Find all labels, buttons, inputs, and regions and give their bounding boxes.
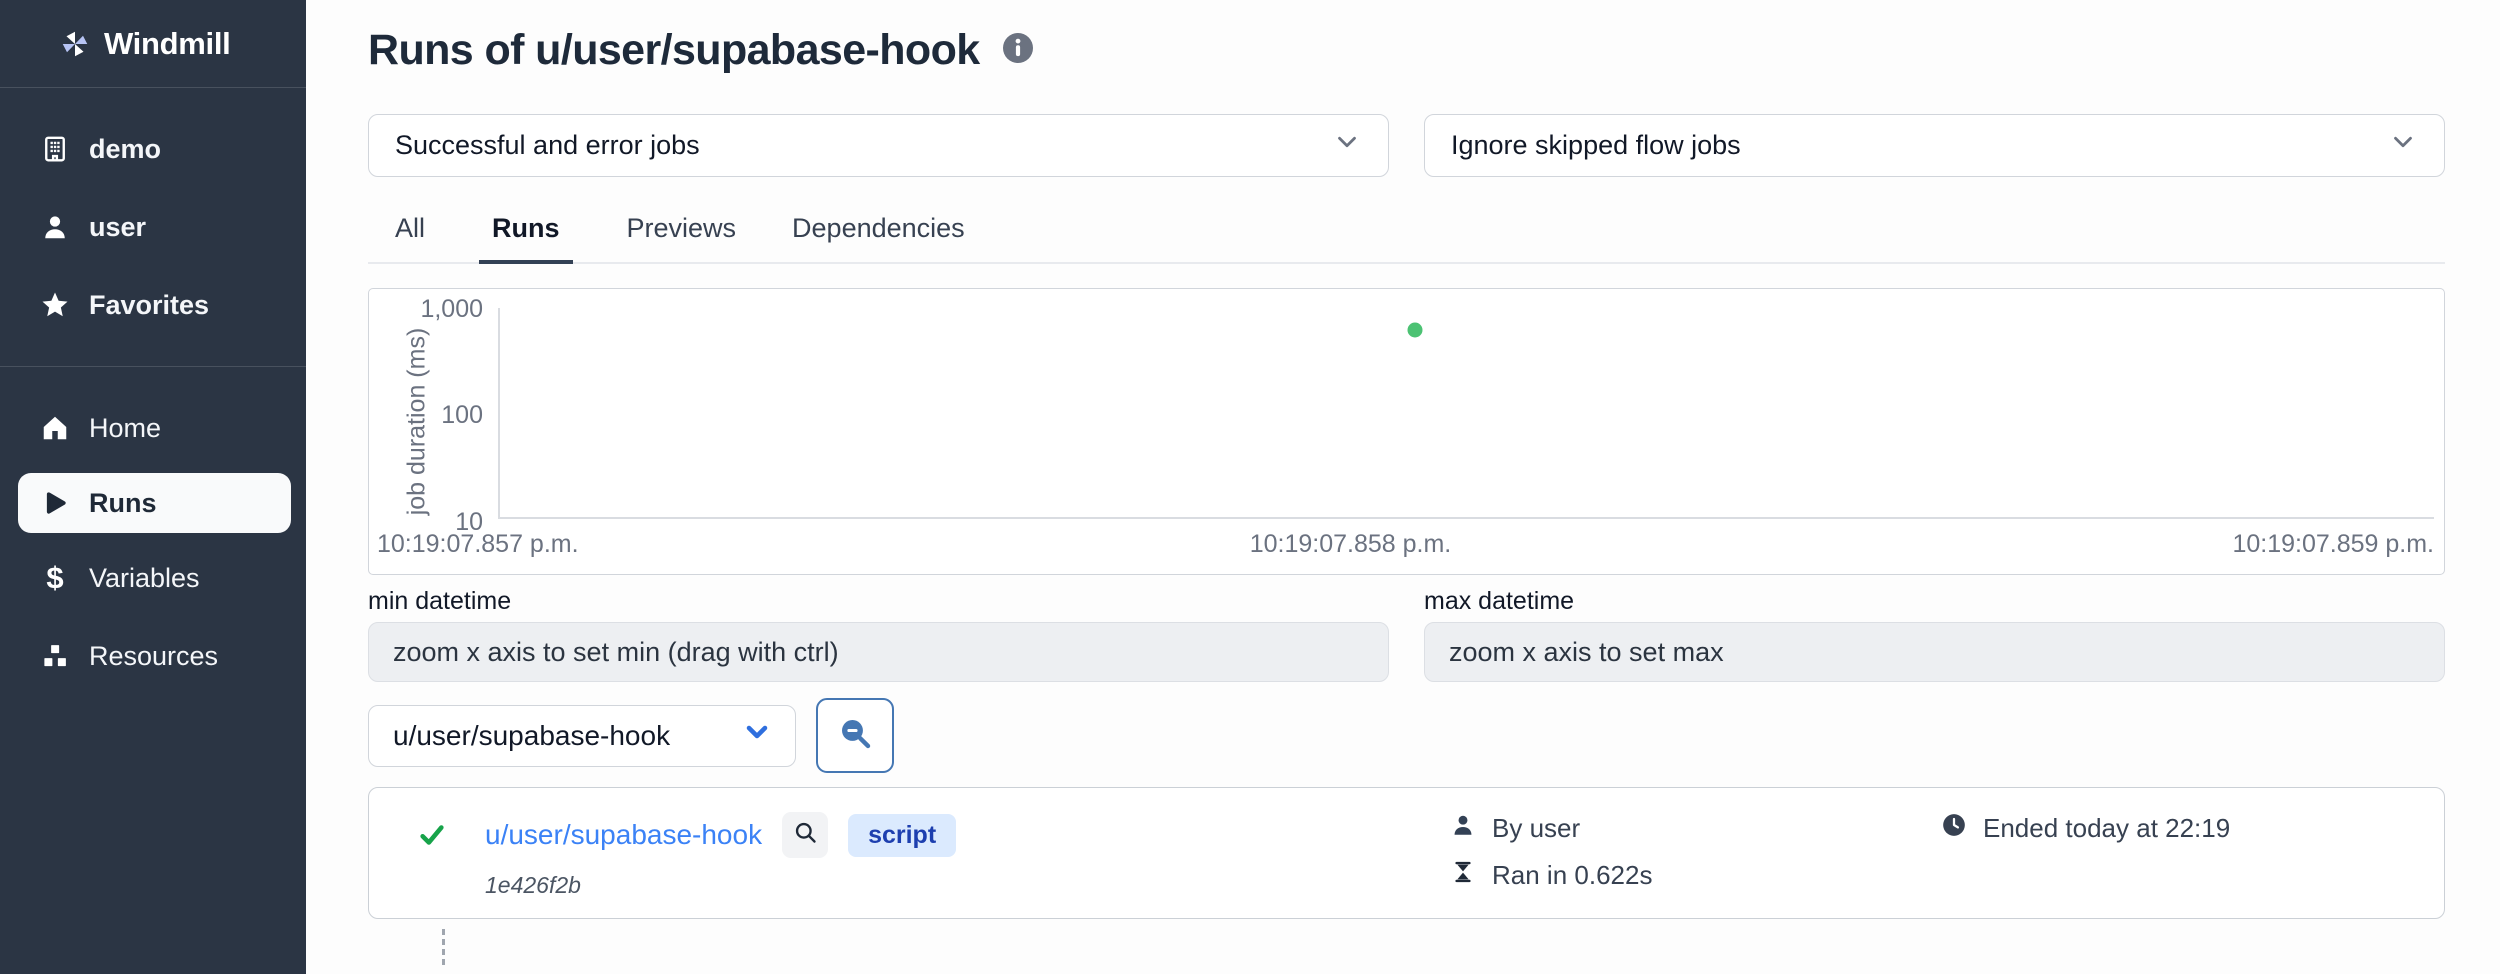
app-logo[interactable]: Windmill xyxy=(0,0,306,88)
dollar-icon: $ xyxy=(40,563,70,593)
run-ended-at: Ended today at 22:19 xyxy=(1983,813,2230,844)
datetime-filters: min datetime max datetime xyxy=(368,587,2445,682)
cubes-icon xyxy=(40,641,70,671)
run-search-button[interactable] xyxy=(782,812,828,858)
tab-previews[interactable]: Previews xyxy=(625,199,739,262)
chevron-down-icon xyxy=(1332,127,1362,164)
favorites-label: Favorites xyxy=(89,290,209,321)
tab-all[interactable]: All xyxy=(393,199,427,262)
run-duration: Ran in 0.622s xyxy=(1492,860,1652,891)
run-list-item[interactable]: u/user/supabase-hook script 1e426f2b By … xyxy=(368,787,2445,919)
page-title: Runs of u/user/supabase-hook xyxy=(368,26,980,75)
script-picker-row: u/user/supabase-hook xyxy=(368,698,2445,773)
max-datetime-input[interactable] xyxy=(1424,622,2445,682)
run-path-link[interactable]: u/user/supabase-hook xyxy=(485,819,762,851)
sidebar: Windmill demo xyxy=(0,0,306,974)
page-header: Runs of u/user/supabase-hook xyxy=(368,14,2445,86)
tab-dependencies[interactable]: Dependencies xyxy=(790,199,967,262)
workspace-section: demo user Favorites xyxy=(0,88,306,344)
sidebar-item-variables[interactable]: $ Variables xyxy=(0,539,306,617)
chart-y-tick: 100 xyxy=(369,401,483,430)
zoom-out-icon xyxy=(836,714,874,757)
max-datetime-label: max datetime xyxy=(1424,587,2445,616)
sidebar-item-runs[interactable]: Runs xyxy=(18,473,291,533)
variables-label: Variables xyxy=(89,563,200,594)
sidebar-item-user[interactable]: user xyxy=(0,188,306,266)
info-icon[interactable] xyxy=(1000,30,1036,71)
script-picker-select[interactable]: u/user/supabase-hook xyxy=(368,705,796,767)
sidebar-item-workspace[interactable]: demo xyxy=(0,110,306,188)
search-icon xyxy=(792,819,819,851)
sidebar-item-resources[interactable]: Resources xyxy=(0,617,306,695)
tab-runs[interactable]: Runs xyxy=(479,199,573,264)
kind-tabs: All Runs Previews Dependencies xyxy=(368,199,2445,264)
app-title: Windmill xyxy=(104,26,230,62)
home-label: Home xyxy=(89,413,161,444)
workspace-label: demo xyxy=(89,134,161,165)
chart-x-tick-max: 10:19:07.859 p.m. xyxy=(2232,530,2434,559)
windmill-logo-icon xyxy=(60,29,90,59)
flow-jobs-select[interactable]: Ignore skipped flow jobs xyxy=(1424,114,2445,177)
script-picker-value: u/user/supabase-hook xyxy=(393,720,670,752)
home-icon xyxy=(40,413,70,443)
run-kind-badge: script xyxy=(848,814,956,857)
play-icon xyxy=(40,488,70,518)
success-check-icon xyxy=(417,820,447,850)
star-icon xyxy=(40,290,70,320)
resources-label: Resources xyxy=(89,641,218,672)
chart-point[interactable] xyxy=(1407,322,1422,337)
sidebar-item-favorites[interactable]: Favorites xyxy=(0,266,306,344)
chart-x-tick-min: 10:19:07.857 p.m. xyxy=(377,530,579,559)
job-status-select[interactable]: Successful and error jobs xyxy=(368,114,1389,177)
runs-label: Runs xyxy=(89,488,157,519)
user-icon xyxy=(40,212,70,242)
timeline-connector xyxy=(442,929,445,965)
chart-y-tick: 1,000 xyxy=(369,295,483,324)
job-status-select-value: Successful and error jobs xyxy=(395,130,700,161)
chevron-down-icon xyxy=(2388,127,2418,164)
clock-icon xyxy=(1941,812,1967,845)
filter-selects: Successful and error jobs Ignore skipped… xyxy=(368,114,2445,177)
main-content: Runs of u/user/supabase-hook Successful … xyxy=(306,0,2500,974)
chart-plot-area[interactable] xyxy=(498,308,2434,519)
zoom-out-search-button[interactable] xyxy=(816,698,894,773)
runs-chart[interactable]: job duration (ms) 1,000 100 10 10:19:07.… xyxy=(368,288,2445,575)
user-label: user xyxy=(89,212,146,243)
nav-section: Home Runs $ Variables Resources xyxy=(0,367,306,695)
chevron-down-icon xyxy=(741,716,773,755)
flow-jobs-select-value: Ignore skipped flow jobs xyxy=(1451,130,1741,161)
building-icon xyxy=(40,134,70,164)
run-triggered-by: By user xyxy=(1492,813,1580,844)
sidebar-item-home[interactable]: Home xyxy=(0,389,306,467)
hourglass-icon xyxy=(1450,859,1476,892)
chart-x-tick-mid: 10:19:07.858 p.m. xyxy=(1250,530,1452,559)
min-datetime-label: min datetime xyxy=(368,587,1389,616)
min-datetime-input[interactable] xyxy=(368,622,1389,682)
person-icon xyxy=(1450,812,1476,845)
